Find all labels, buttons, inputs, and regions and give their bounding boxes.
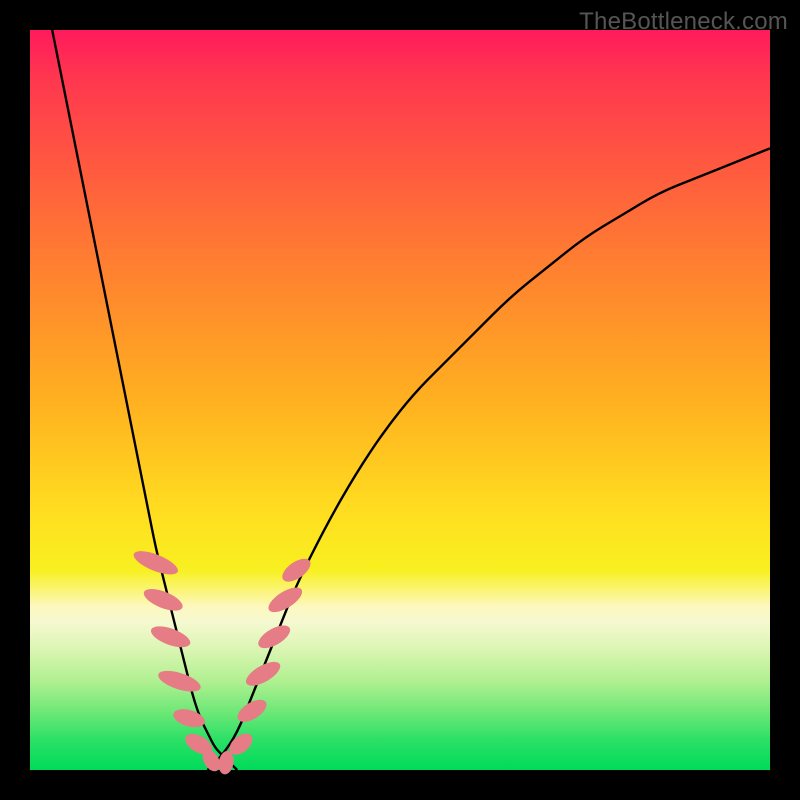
- curve-marker: [242, 657, 283, 690]
- curve-marker: [255, 621, 294, 653]
- left-curve: [52, 30, 237, 770]
- curve-marker: [148, 622, 193, 651]
- curve-marker: [141, 584, 186, 615]
- curve-marker: [234, 695, 270, 726]
- chart-frame: TheBottleneck.com: [0, 0, 800, 800]
- curves-svg: [30, 30, 770, 770]
- marker-group: [131, 546, 315, 775]
- watermark-text: TheBottleneck.com: [579, 8, 788, 36]
- curve-marker: [156, 667, 203, 696]
- curve-marker: [171, 706, 207, 731]
- right-curve: [208, 148, 770, 770]
- plot-area: [30, 30, 770, 770]
